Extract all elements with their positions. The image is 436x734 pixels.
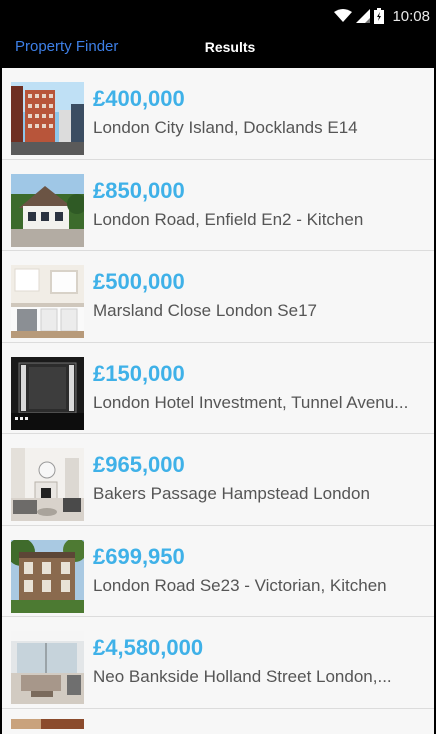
listing-row[interactable]: £699,950 London Road Se23 - Victorian, K… [2, 525, 434, 617]
hotel-room-photo [11, 356, 84, 430]
listing-row[interactable] [2, 708, 434, 729]
tower-block-photo [11, 82, 84, 155]
listing-price: £699,950 [93, 543, 185, 569]
lounge-photo [11, 631, 84, 704]
kitchen-photo [11, 265, 84, 338]
status-time: 10:08 [392, 7, 430, 25]
listing-row[interactable]: £400,000 London City Island, Docklands E… [2, 68, 434, 160]
status-bar: 10:08 [0, 0, 436, 32]
living-room-photo [11, 448, 84, 521]
listing-row[interactable]: £965,000 Bakers Passage Hampstead London [2, 434, 434, 526]
listing-row[interactable]: £500,000 Marsland Close London Se17 [2, 251, 434, 343]
listing-price: £965,000 [93, 452, 185, 477]
listing-address: Bakers Passage Hampstead London [93, 484, 370, 503]
listing-address: Neo Bankside Holland Street London,... [93, 667, 392, 686]
detached-house-photo [11, 173, 84, 247]
signal-icon [356, 9, 371, 23]
listing-address: London Road, Enfield En2 - Kitchen [93, 209, 364, 229]
listing-address: London Road Se23 - Victorian, Kitchen [93, 575, 387, 595]
wifi-icon [334, 9, 353, 23]
victorian-house-photo [11, 539, 84, 613]
listing-row[interactable]: £4,580,000 Neo Bankside Holland Street L… [2, 617, 434, 709]
listing-row[interactable]: £850,000 London Road, Enfield En2 - Kitc… [2, 159, 434, 251]
listing-price: £500,000 [93, 269, 185, 294]
listing-price: £400,000 [93, 86, 185, 111]
results-list[interactable]: £400,000 London City Island, Docklands E… [2, 68, 434, 734]
listing-photo [11, 718, 84, 729]
listing-address: Marsland Close London Se17 [93, 301, 317, 320]
listing-row[interactable]: £150,000 London Hotel Investment, Tunnel… [2, 342, 434, 434]
listing-price: £4,580,000 [93, 635, 204, 660]
listing-address: London City Island, Docklands E14 [93, 118, 358, 137]
battery-icon [374, 8, 385, 24]
listing-price: £850,000 [93, 177, 185, 203]
listing-price: £150,000 [93, 360, 185, 386]
navigation-bar: Property Finder Results [0, 32, 436, 68]
listing-address: London Hotel Investment, Tunnel Avenu... [93, 392, 409, 412]
page-title: Results [204, 39, 256, 55]
